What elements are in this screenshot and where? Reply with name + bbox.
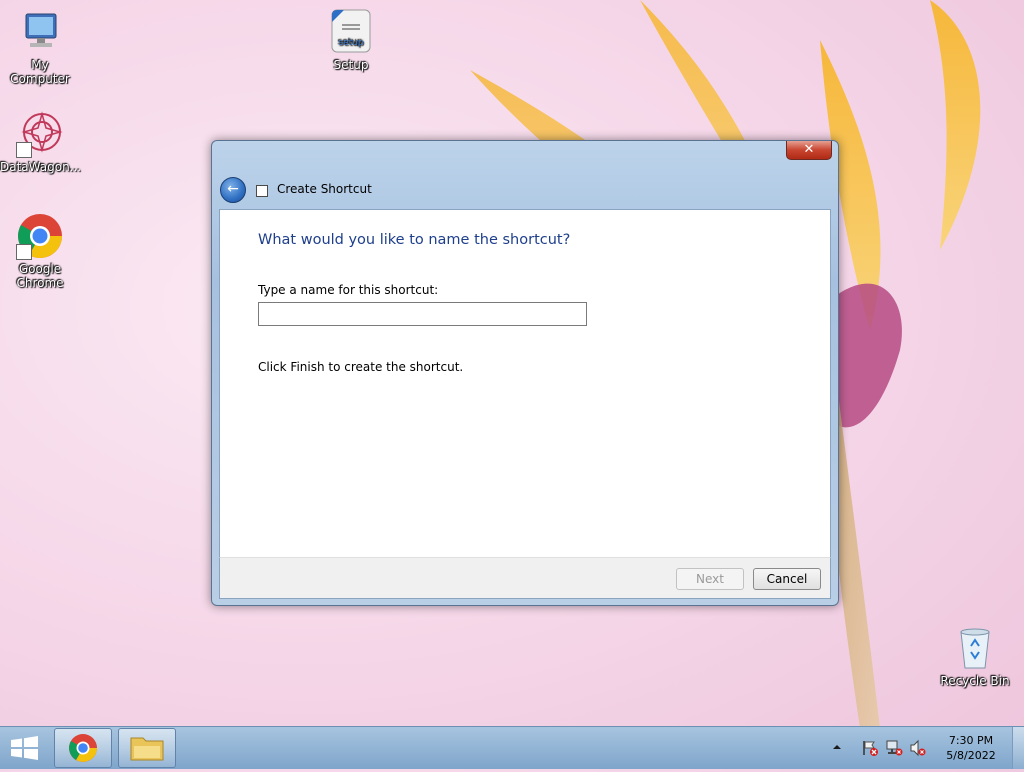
taskbar-clock[interactable]: 7:30 PM 5/8/2022 <box>942 733 1000 763</box>
recycle-bin-icon <box>951 624 999 672</box>
dialog-title: Create Shortcut <box>277 182 372 196</box>
desktop-icon-google-chrome[interactable]: Google Chrome <box>0 212 80 290</box>
shortcut-name-input[interactable] <box>258 302 587 326</box>
desktop-icon-label: My Computer <box>10 58 70 86</box>
shortcut-arrow-icon <box>16 244 32 260</box>
clock-time: 7:30 PM <box>948 734 994 747</box>
close-button[interactable]: ✕ <box>786 141 832 160</box>
desktop-icon-datawagon[interactable]: DataWagon... <box>0 110 82 174</box>
dialog-heading: What would you like to name the shortcut… <box>258 232 571 248</box>
volume-muted-icon[interactable] <box>909 739 927 757</box>
desktop-icon-setup[interactable]: setup Setup <box>311 8 391 72</box>
chrome-icon <box>16 212 64 260</box>
show-hidden-icons-icon[interactable] <box>831 741 843 753</box>
back-arrow-icon[interactable]: ← <box>220 177 246 203</box>
show-desktop-button[interactable] <box>1012 727 1024 769</box>
svg-text:setup: setup <box>338 38 363 48</box>
taskbar-chrome-button[interactable] <box>54 728 112 768</box>
desktop-icon-label: DataWagon... <box>0 160 82 174</box>
dialog-footer: Next Cancel <box>219 557 831 599</box>
shortcut-icon <box>256 185 268 197</box>
desktop-icon-label: Recycle Bin <box>940 674 1010 688</box>
taskbar: 7:30 PM 5/8/2022 <box>0 726 1024 769</box>
desktop-icon-label: Setup <box>333 58 369 72</box>
computer-icon <box>16 8 64 56</box>
desktop-icon-recycle-bin[interactable]: Recycle Bin <box>935 624 1015 688</box>
datawagon-icon <box>16 110 64 158</box>
network-icon[interactable] <box>885 739 903 757</box>
finish-instruction-text: Click Finish to create the shortcut. <box>258 360 464 374</box>
action-center-icon[interactable] <box>861 739 879 757</box>
taskbar-file-explorer-button[interactable] <box>118 728 176 768</box>
setup-icon: setup <box>327 8 375 56</box>
windows-logo-icon <box>11 736 38 760</box>
chrome-icon <box>69 734 97 762</box>
start-button[interactable] <box>0 727 50 769</box>
create-shortcut-dialog: ✕ ← Create Shortcut What would you like … <box>211 140 839 606</box>
next-button[interactable]: Next <box>676 568 744 590</box>
desktop-icon-label: Google Chrome <box>16 262 64 290</box>
clock-date: 5/8/2022 <box>946 749 996 762</box>
shortcut-arrow-icon <box>16 142 32 158</box>
dialog-content: What would you like to name the shortcut… <box>219 209 831 558</box>
folder-icon <box>130 737 164 761</box>
cancel-button[interactable]: Cancel <box>753 568 821 590</box>
desktop-icon-my-computer[interactable]: My Computer <box>0 8 80 86</box>
shortcut-name-label: Type a name for this shortcut: <box>258 283 439 297</box>
